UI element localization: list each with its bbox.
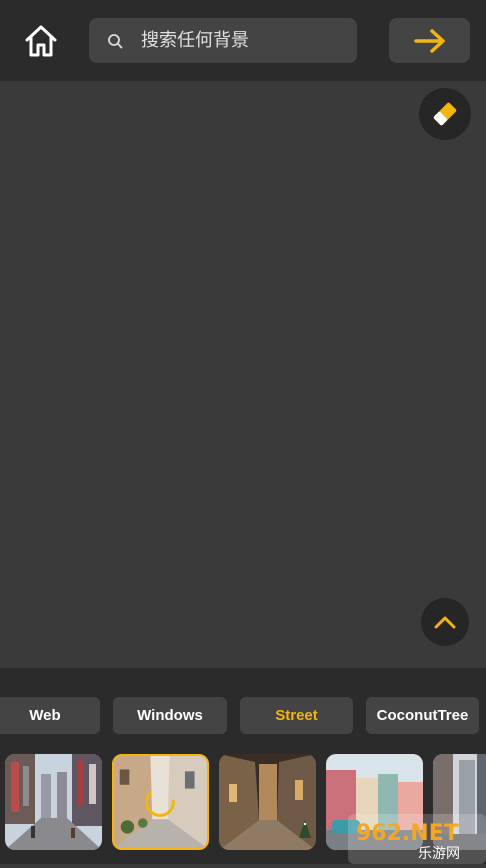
watermark: 962.NET 乐游网 [348, 814, 486, 864]
go-button[interactable] [389, 18, 470, 63]
editing-canvas[interactable] [0, 81, 486, 668]
eraser-button[interactable] [419, 88, 471, 140]
home-icon [25, 25, 57, 57]
arrow-right-icon [413, 28, 445, 53]
thumbnail-stone-alley[interactable] [112, 754, 209, 850]
watermark-logo-text: 962.NET [356, 821, 459, 846]
chevron-up-icon [434, 616, 456, 629]
watermark-site-text: 乐游网 [418, 846, 460, 862]
thumbnail-night-lane[interactable] [219, 754, 316, 850]
eraser-icon [433, 102, 457, 126]
tab-coconuttree[interactable]: CoconutTree [366, 697, 479, 734]
home-button[interactable] [20, 20, 62, 62]
tab-street[interactable]: Street [240, 697, 353, 734]
search-icon [107, 33, 123, 49]
search-box[interactable] [89, 18, 357, 63]
thumbnail-city-street[interactable] [5, 754, 102, 850]
expand-button[interactable] [421, 598, 469, 646]
top-bar [0, 0, 486, 81]
tab-windows[interactable]: Windows [113, 697, 227, 734]
search-input[interactable] [139, 29, 343, 52]
tab-web[interactable]: Web [0, 697, 100, 734]
